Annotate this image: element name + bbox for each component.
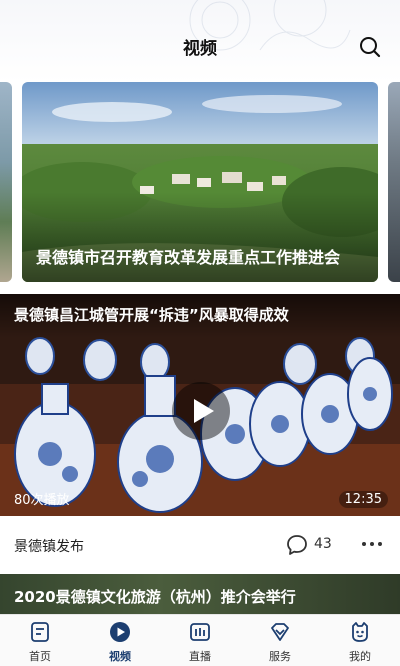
view-count: 80次播放 [14,493,70,508]
profile-face-icon [352,622,368,642]
top-header: 视频 [0,0,400,82]
more-options-button[interactable] [362,542,386,548]
video-duration: 12:35 [338,491,388,508]
nav-label: 直播 [189,650,211,663]
news-carousel[interactable]: 景德镇市召开教育改革发展重点工作推进会 [0,82,400,282]
nav-label: 首页 [29,650,51,663]
service-gem-icon [271,623,289,641]
more-dots-icon [378,542,382,546]
video-source[interactable]: 景德镇发布 [14,536,84,556]
nav-label: 服务 [269,650,291,663]
live-bars-icon [190,623,210,641]
comment-count: 43 [314,536,332,552]
play-button[interactable] [172,382,230,440]
next-video-title: 2020景德镇文化旅游（杭州）推介会举行 [14,588,296,606]
carousel-next-slide[interactable] [388,82,400,282]
more-dots-icon [370,542,374,546]
carousel-slide[interactable]: 景德镇市召开教育改革发展重点工作推进会 [22,82,378,282]
search-icon [360,37,381,58]
comment-icon [287,535,307,555]
nav-item-profile[interactable]: 我的 [320,615,400,666]
nav-item-live[interactable]: 直播 [160,615,240,666]
play-icon [194,399,214,423]
bottom-navigation: 首页 视频 直播 服务 我的 [0,614,400,666]
page-title: 视频 [183,39,217,59]
video-title: 景德镇昌江城管开展“拆违”风暴取得成效 [14,306,289,324]
video-play-icon [110,622,130,642]
nav-item-service[interactable]: 服务 [240,615,320,666]
nav-item-home[interactable]: 首页 [0,615,80,666]
video-meta-row: 景德镇发布 43 [0,516,400,574]
search-button[interactable] [358,35,382,59]
video-card[interactable]: 景德镇昌江城管开展“拆违”风暴取得成效 80次播放 12:35 [0,294,400,516]
nav-label: 我的 [349,650,371,663]
carousel-prev-slide[interactable] [0,82,12,282]
nav-label: 视频 [109,650,131,663]
next-video-card[interactable]: 2020景德镇文化旅游（杭州）推介会举行 [0,574,400,614]
more-dots-icon [362,542,366,546]
home-doc-icon [31,622,49,642]
slide-title: 景德镇市召开教育改革发展重点工作推进会 [36,248,341,267]
nav-item-video[interactable]: 视频 [80,615,160,666]
